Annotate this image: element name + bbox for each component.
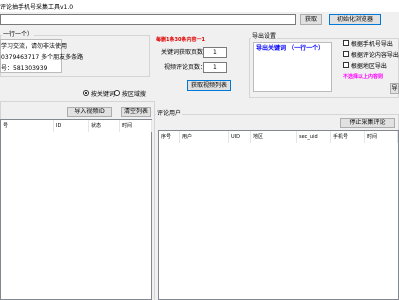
batch-notice: 每删1条30条内容一1: [156, 37, 205, 43]
export-settings-title: 导出设置: [251, 33, 278, 41]
export-button[interactable]: 导: [390, 83, 399, 94]
get-video-list-label: 获取视频列表: [190, 82, 227, 89]
comment-col-region[interactable]: 地区: [251, 131, 297, 143]
info-line-2: 0379463717 多个朋友多条路: [1, 54, 84, 61]
video-col-status[interactable]: 状态: [89, 120, 120, 132]
stop-collect-button[interactable]: 停止采集评论: [340, 118, 395, 128]
comment-col-uid[interactable]: UID: [229, 131, 251, 143]
comment-pages-input[interactable]: 1: [203, 62, 227, 73]
mode-keyword-radio[interactable]: 按关键词: [83, 90, 115, 99]
export-option-phone[interactable]: 根据手机号导出: [343, 40, 393, 49]
video-col-id[interactable]: ID: [54, 120, 89, 132]
export-option-phone-checkbox[interactable]: [343, 40, 349, 46]
mode-keyword-label: 按关键词: [90, 91, 115, 98]
mode-keyword-radio-dot[interactable]: [83, 90, 89, 96]
keyword-pages-value: 1: [213, 49, 217, 56]
comment-col-secuid[interactable]: sec_uid: [297, 131, 331, 143]
comment-col-index[interactable]: 序号: [159, 131, 180, 143]
export-notice: 不选择以上内容则: [343, 74, 384, 80]
keyword-group-title: 一行一个）: [2, 31, 35, 39]
mode-region-radio[interactable]: 按区域搜: [114, 90, 146, 99]
export-option-comment-checkbox[interactable]: [343, 51, 349, 57]
keyword-textarea[interactable]: 学习交流，请勿非法使用 0379463717 多个朋友多条路 号：5813039…: [0, 39, 83, 73]
keyword-pages-input[interactable]: 1: [203, 47, 227, 58]
mode-region-label: 按区域搜: [121, 91, 146, 98]
video-list-table[interactable]: 号 ID 状态 时间: [0, 119, 152, 300]
info-line-3: 号：581303939: [1, 65, 48, 72]
comment-col-time[interactable]: 时间: [365, 131, 398, 143]
comments-group-title: 评论用户: [156, 110, 183, 118]
keyword-search-input[interactable]: [0, 14, 296, 25]
comments-table[interactable]: 序号 用户 UID 地区 sec_uid 手机号 时间: [158, 130, 399, 300]
video-col-index[interactable]: 号: [1, 120, 54, 132]
init-browser-button[interactable]: 初始化浏览器: [329, 14, 381, 25]
mode-region-radio-dot[interactable]: [114, 90, 120, 96]
export-option-region-checkbox[interactable]: [343, 62, 349, 68]
export-option-region-label: 根据地区导出: [350, 63, 387, 70]
get-video-list-button[interactable]: 获取视频列表: [187, 80, 231, 91]
info-line-1: 学习交流，请勿非法使用: [1, 43, 68, 50]
window-title: 评论抽手机号采集工具v1.0: [0, 4, 74, 11]
keyword-pages-label: 关键词获取页数：: [161, 49, 210, 56]
export-option-comment[interactable]: 根据评论内容导出: [343, 51, 399, 60]
fetch-button[interactable]: 获取: [300, 14, 322, 25]
export-option-region[interactable]: 根据地区导出: [343, 62, 387, 71]
init-browser-label: 初始化浏览器: [336, 16, 373, 23]
comment-col-phone[interactable]: 手机号: [331, 131, 365, 143]
export-option-comment-label: 根据评论内容导出: [350, 52, 399, 59]
video-col-time[interactable]: 时间: [120, 120, 152, 132]
comment-pages-label: 视频评论页数：: [164, 64, 207, 71]
comment-col-user[interactable]: 用户: [180, 131, 229, 143]
comment-pages-value: 1: [213, 64, 217, 71]
export-keyword-textarea[interactable]: 导出关键词 （一行一个）: [253, 42, 332, 92]
export-keyword-hint: 导出关键词 （一行一个）: [256, 45, 325, 52]
export-option-phone-label: 根据手机号导出: [350, 41, 393, 48]
